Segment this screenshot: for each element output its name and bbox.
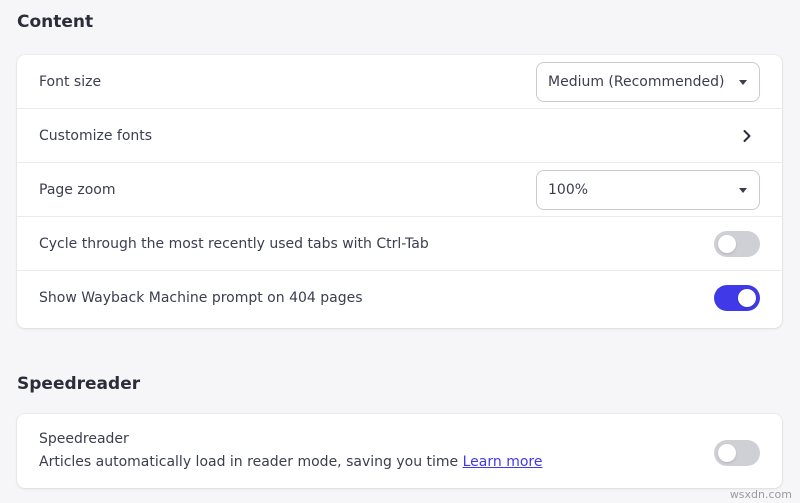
toggle-knob [718, 234, 736, 253]
chevron-right-icon[interactable] [740, 129, 754, 143]
font-size-select-value: Medium (Recommended) [548, 74, 725, 90]
speedreader-toggle[interactable] [714, 440, 760, 466]
cycle-tabs-toggle[interactable] [714, 230, 760, 257]
setting-label-customize-fonts: Customize fonts [39, 127, 153, 144]
setting-label-page-zoom: Page zoom [39, 181, 116, 198]
wayback-toggle[interactable] [714, 285, 760, 311]
setting-row-customize-fonts[interactable]: Customize fonts [17, 109, 782, 163]
speedreader-settings-card: Speedreader Articles automatically load … [17, 414, 782, 488]
dropdown-arrow-icon [739, 80, 747, 85]
setting-row-cycle-tabs: Cycle through the most recently used tab… [17, 217, 782, 271]
setting-label-font-size: Font size [39, 73, 102, 90]
setting-label-cycle-tabs: Cycle through the most recently used tab… [39, 235, 429, 252]
font-size-select[interactable]: Medium (Recommended) [536, 62, 760, 102]
dropdown-arrow-icon [739, 188, 747, 193]
watermark: wsxdn.com [729, 488, 792, 501]
setting-row-font-size: Font size Medium (Recommended) [17, 55, 782, 109]
setting-row-speedreader: Speedreader Articles automatically load … [17, 414, 782, 488]
setting-row-wayback: Show Wayback Machine prompt on 404 pages [17, 271, 782, 325]
setting-label-wayback: Show Wayback Machine prompt on 404 pages [39, 290, 363, 306]
page-zoom-select[interactable]: 100% [536, 170, 760, 210]
section-title-speedreader: Speedreader [17, 374, 141, 394]
toggle-knob [738, 289, 756, 307]
learn-more-link[interactable]: Learn more [463, 454, 543, 470]
setting-label-speedreader: Speedreader [39, 431, 129, 447]
section-title-content: Content [17, 12, 94, 32]
page-zoom-select-value: 100% [548, 182, 589, 198]
content-settings-card: Font size Medium (Recommended) Customize… [17, 55, 782, 328]
speedreader-description-text: Articles automatically load in reader mo… [39, 454, 459, 470]
setting-row-page-zoom: Page zoom 100% [17, 163, 782, 217]
setting-description-speedreader: Articles automatically load in reader mo… [39, 454, 542, 470]
toggle-knob [718, 444, 736, 462]
